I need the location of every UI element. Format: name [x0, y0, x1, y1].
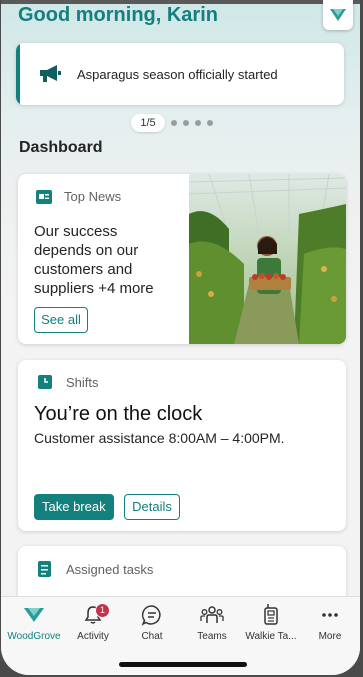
nav-label: Chat [141, 631, 163, 642]
announcement-card[interactable]: Asparagus season officially started [16, 43, 344, 105]
see-all-button[interactable]: See all [34, 307, 88, 333]
assigned-tasks-label: Assigned tasks [66, 562, 154, 577]
nav-item-woodgrove[interactable]: WoodGrove [4, 597, 64, 642]
home-indicator[interactable] [119, 662, 247, 667]
walkie-talkie-icon [264, 604, 278, 625]
nav-item-walkie-talkie[interactable]: Walkie Ta... [241, 597, 301, 642]
carousel-dot[interactable] [183, 120, 189, 126]
chat-icon [141, 605, 161, 626]
task-list-icon [38, 561, 51, 577]
teams-icon [200, 606, 224, 623]
brand-menu-button[interactable] [323, 0, 353, 30]
greeting-title: Good morning, Karin [18, 4, 218, 26]
announcement-text: Asparagus season officially started [77, 67, 278, 82]
clock-icon [38, 375, 52, 389]
top-news-body: Our success depends on our customers and… [34, 223, 154, 297]
take-break-button[interactable]: Take break [34, 494, 114, 520]
nav-label: WoodGrove [7, 631, 61, 642]
app-screen: Good morning, Karin Asparagus season off… [1, 0, 360, 675]
news-photo-greenhouse-worker [189, 174, 346, 344]
woodgrove-logo-icon [330, 9, 346, 21]
carousel-dot[interactable] [195, 120, 201, 126]
carousel-page-indicator: 1/5 [131, 114, 165, 132]
nav-item-activity[interactable]: 1 Activity [63, 597, 123, 642]
nav-label: Activity [77, 631, 109, 642]
top-news-label: Top News [64, 189, 122, 204]
carousel-dot[interactable] [207, 120, 213, 126]
nav-label: Teams [197, 631, 227, 642]
nav-item-teams[interactable]: Teams [182, 597, 242, 642]
nav-label: Walkie Ta... [245, 631, 297, 642]
section-title: Dashboard [19, 139, 103, 156]
top-news-card[interactable]: Top News Our success depends on our cust… [18, 174, 346, 344]
more-icon [322, 613, 338, 617]
shifts-card[interactable]: Shifts You’re on the clock Customer assi… [18, 360, 346, 531]
shift-details-text: Customer assistance 8:00AM – 4:00PM. [34, 430, 285, 446]
shifts-label: Shifts [66, 375, 99, 390]
nav-label: More [318, 631, 342, 642]
woodgrove-icon [24, 608, 44, 622]
news-icon [36, 190, 52, 204]
details-button[interactable]: Details [124, 494, 180, 520]
megaphone-icon [40, 65, 61, 82]
shift-status-title: You’re on the clock [34, 403, 203, 425]
nav-item-more[interactable]: More [300, 597, 360, 642]
nav-item-chat[interactable]: Chat [122, 597, 182, 642]
activity-badge: 1 [95, 603, 110, 618]
carousel-dot[interactable] [171, 120, 177, 126]
announcement-accent-bar [16, 43, 20, 105]
